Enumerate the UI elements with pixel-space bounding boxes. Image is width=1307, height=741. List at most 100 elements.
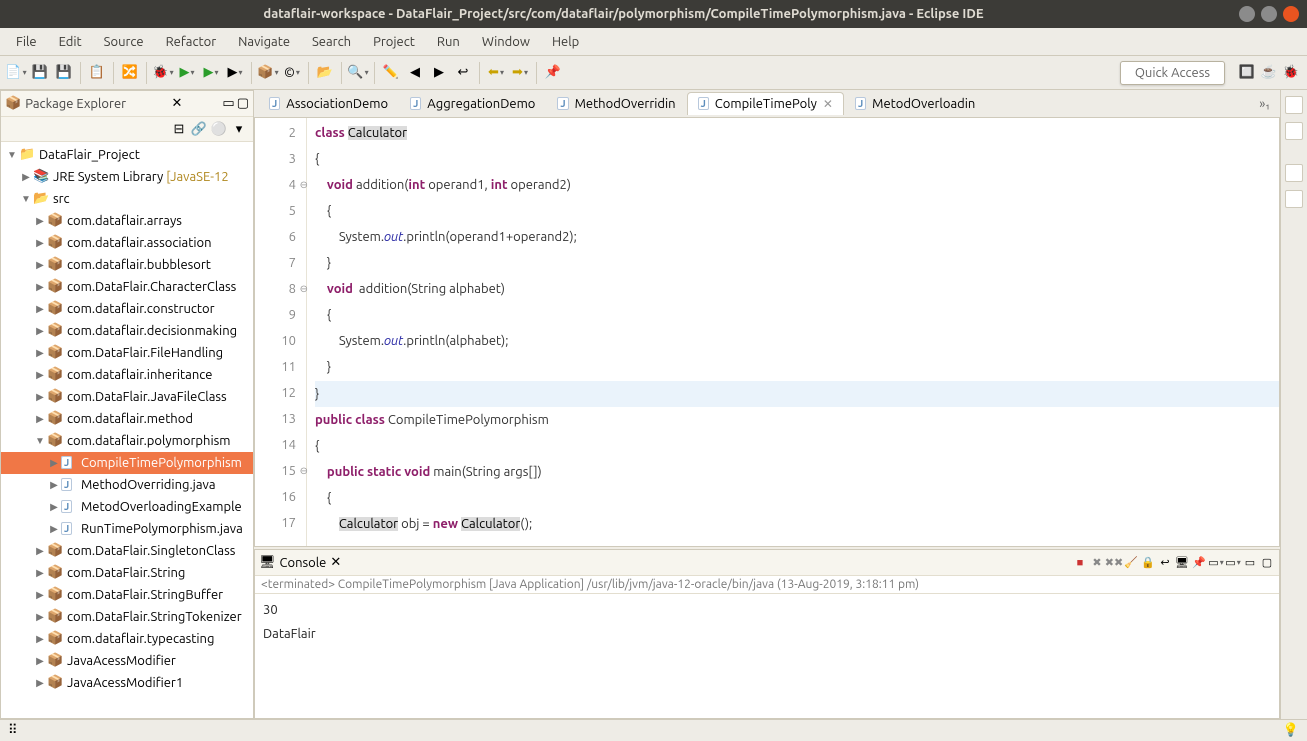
back-icon[interactable]: ⬅ (486, 63, 506, 83)
pin-icon[interactable]: 📌 (543, 63, 563, 83)
editor-body[interactable]: 234567891011121314151617 class Calculato… (254, 118, 1280, 547)
separator (251, 62, 252, 84)
open-type-icon[interactable]: 📂 (315, 63, 335, 83)
package-node[interactable]: ▶com.dataflair.arrays (1, 210, 253, 232)
java-file-node[interactable]: ▶MethodOverriding.java (1, 474, 253, 496)
package-node[interactable]: ▶com.dataflair.typecasting (1, 628, 253, 650)
focus-task-icon[interactable]: ⚪ (209, 119, 229, 139)
minimize-view-icon[interactable]: ▭ (1242, 555, 1258, 571)
editor-tab[interactable]: AssociationDemo (258, 92, 399, 115)
package-node[interactable]: ▶com.dataflair.method (1, 408, 253, 430)
annotation-next-icon[interactable]: ▶ (429, 63, 449, 83)
last-edit-icon[interactable]: ↩ (453, 63, 473, 83)
tabs-overflow-icon[interactable]: »₁ (1253, 97, 1276, 111)
package-node[interactable]: ▶JavaAcessModifier1 (1, 672, 253, 694)
annotation-prev-icon[interactable]: ◀ (405, 63, 425, 83)
skip-breakpoints-icon[interactable]: 🔀 (120, 63, 140, 83)
search-icon[interactable]: 🔍 (348, 63, 368, 83)
new-icon[interactable]: 📄 (6, 63, 26, 83)
task-list-strip-icon[interactable] (1285, 122, 1303, 140)
new-package-icon[interactable]: 📦 (258, 63, 278, 83)
java-file-node[interactable]: ▶RunTimePolymorphism.java (1, 518, 253, 540)
menu-window[interactable]: Window (472, 31, 540, 53)
package-node[interactable]: ▶com.dataflair.inheritance (1, 364, 253, 386)
menu-run[interactable]: Run (427, 31, 470, 53)
forward-icon[interactable]: ➡ (510, 63, 530, 83)
menu-search[interactable]: Search (302, 31, 361, 53)
java-file-node[interactable]: ▶CompileTimePolymorphism (1, 452, 253, 474)
run-icon[interactable]: ▶ (177, 63, 197, 83)
display-selected-console-icon[interactable]: ▭ (1208, 555, 1224, 571)
debug-icon[interactable]: 🐞 (153, 63, 173, 83)
menu-help[interactable]: Help (542, 31, 589, 53)
clear-console-icon[interactable]: 🧹 (1123, 555, 1139, 571)
remove-all-icon[interactable]: ✖✖ (1106, 555, 1122, 571)
package-node[interactable]: ▶com.DataFlair.StringTokenizer (1, 606, 253, 628)
package-node[interactable]: ▶com.DataFlair.CharacterClass (1, 276, 253, 298)
package-node[interactable]: ▶com.DataFlair.String (1, 562, 253, 584)
collapse-all-icon[interactable]: ⊟ (169, 119, 189, 139)
open-console-icon[interactable]: ▭ (1225, 555, 1241, 571)
package-node[interactable]: ▶com.DataFlair.StringBuffer (1, 584, 253, 606)
package-node[interactable]: ▶com.dataflair.decisionmaking (1, 320, 253, 342)
menu-navigate[interactable]: Navigate (228, 31, 300, 53)
word-wrap-icon[interactable]: ↩ (1157, 555, 1173, 571)
tab-close-icon[interactable]: ✕ (823, 97, 833, 111)
minimize-icon[interactable] (1239, 6, 1255, 22)
menu-edit[interactable]: Edit (49, 31, 92, 53)
editor-tab[interactable]: MethodOverridin (546, 92, 686, 115)
minimize-view-icon[interactable]: ▭ (222, 96, 234, 111)
open-perspective-icon[interactable]: 🔲 (1237, 63, 1257, 83)
jre-node[interactable]: ▶JRE System Library [JavaSE-12 (1, 166, 253, 188)
console-output[interactable]: 30DataFlair (255, 594, 1279, 718)
package-node[interactable]: ▶JavaAcessModifier (1, 650, 253, 672)
java-perspective-icon[interactable]: ☕ (1259, 63, 1279, 83)
src-node[interactable]: ▼src (1, 188, 253, 210)
show-console-icon[interactable]: 🖥 (1174, 555, 1190, 571)
view-close-icon[interactable]: ✕ (330, 555, 341, 570)
maximize-icon[interactable] (1261, 6, 1277, 22)
package-node[interactable]: ▶com.dataflair.association (1, 232, 253, 254)
scroll-lock-icon[interactable]: 🔒 (1140, 555, 1156, 571)
package-tree[interactable]: ▼DataFlair_Project▶JRE System Library [J… (1, 142, 253, 718)
pin-console-icon[interactable]: 📌 (1191, 555, 1207, 571)
save-all-icon[interactable]: 💾 (54, 63, 74, 83)
view-close-icon[interactable]: ✕ (172, 96, 183, 111)
tab-label: MethodOverridin (575, 97, 676, 111)
package-node[interactable]: ▶com.DataFlair.SingletonClass (1, 540, 253, 562)
new-class-icon[interactable]: © (282, 63, 302, 83)
save-icon[interactable]: 💾 (30, 63, 50, 83)
editor-tab[interactable]: AggregationDemo (399, 92, 546, 115)
run-last-icon[interactable]: ▶ (225, 63, 245, 83)
menu-file[interactable]: File (6, 31, 47, 53)
close-icon[interactable] (1283, 6, 1299, 22)
maximize-view-icon[interactable]: ▢ (1259, 555, 1275, 571)
toggle-breadcrumb-icon[interactable]: 📋 (87, 63, 107, 83)
package-node-open[interactable]: ▼com.dataflair.polymorphism (1, 430, 253, 452)
quick-access-input[interactable]: Quick Access (1120, 61, 1225, 85)
editor-tab[interactable]: CompileTimePoly✕ (687, 92, 844, 115)
terminate-icon[interactable]: ■ (1072, 555, 1088, 571)
coverage-icon[interactable]: ▶ (201, 63, 221, 83)
menu-source[interactable]: Source (94, 31, 154, 53)
package-node[interactable]: ▶com.DataFlair.JavaFileClass (1, 386, 253, 408)
maximize-view-icon[interactable]: ▢ (237, 96, 249, 111)
code-area[interactable]: class Calculator{ void addition(int oper… (307, 118, 1279, 546)
outline-icon[interactable] (1285, 164, 1303, 182)
remove-launch-icon[interactable]: ✖ (1089, 555, 1105, 571)
menu-project[interactable]: Project (363, 31, 425, 53)
package-node[interactable]: ▶com.DataFlair.FileHandling (1, 342, 253, 364)
hierarchy-icon[interactable] (1285, 190, 1303, 208)
menu-refactor[interactable]: Refactor (156, 31, 227, 53)
outline-strip-icon[interactable] (1285, 96, 1303, 114)
debug-perspective-icon[interactable]: 🐞 (1281, 63, 1301, 83)
link-editor-icon[interactable]: 🔗 (189, 119, 209, 139)
project-node[interactable]: ▼DataFlair_Project (1, 144, 253, 166)
editor-tab[interactable]: MetodOverloadin (844, 92, 986, 115)
package-node[interactable]: ▶com.dataflair.bubblesort (1, 254, 253, 276)
tip-bulb-icon[interactable]: 💡 (1283, 723, 1299, 738)
java-file-node[interactable]: ▶MetodOverloadingExample (1, 496, 253, 518)
package-node[interactable]: ▶com.dataflair.constructor (1, 298, 253, 320)
toggle-mark-icon[interactable]: ✏️ (381, 63, 401, 83)
view-menu-icon[interactable]: ▾ (229, 119, 249, 139)
